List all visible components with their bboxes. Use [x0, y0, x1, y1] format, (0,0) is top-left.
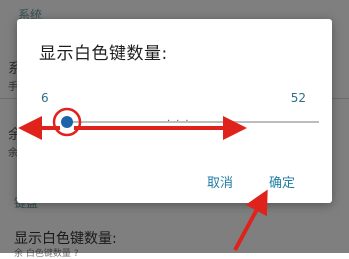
slider-min-label: 6	[41, 91, 49, 105]
cancel-button[interactable]: 取消	[203, 170, 237, 193]
slider-thumb[interactable]	[61, 116, 73, 128]
dialog-title: 显示白色键数量:	[39, 44, 168, 64]
ok-button[interactable]: 确定	[265, 170, 299, 193]
slider-max-label: 52	[290, 91, 306, 105]
slider-tick-marks: ···	[167, 116, 195, 127]
white-keys-dialog: 显示白色键数量: 6 52 ··· 取消 确定	[17, 19, 332, 203]
